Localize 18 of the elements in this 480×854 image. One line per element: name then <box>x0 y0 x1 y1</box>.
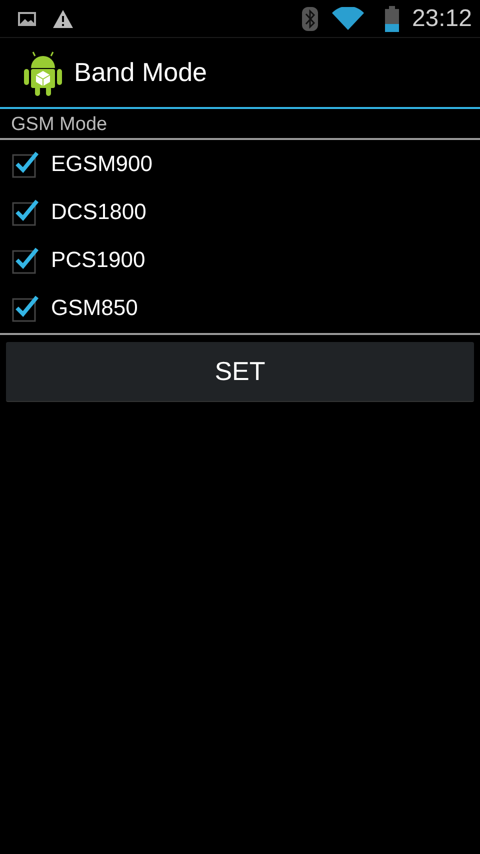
section-header: GSM Mode <box>0 112 480 140</box>
image-icon <box>18 10 36 26</box>
checkbox[interactable] <box>12 198 40 226</box>
checkbox[interactable] <box>12 150 40 178</box>
band-label: GSM850 <box>51 295 138 321</box>
bluetooth-icon <box>302 6 318 30</box>
screen-title: Band Mode <box>74 57 207 88</box>
wifi-icon <box>332 6 364 30</box>
android-robot-icon <box>22 50 64 96</box>
warning-icon <box>52 8 74 28</box>
checkbox[interactable] <box>12 246 40 274</box>
set-button[interactable]: SET <box>6 342 474 402</box>
band-label: PCS1900 <box>51 247 146 273</box>
band-label: EGSM900 <box>51 151 152 177</box>
band-label: DCS1800 <box>51 199 146 225</box>
status-time: 23:12 <box>412 4 472 32</box>
battery-icon <box>384 6 400 32</box>
checkbox[interactable] <box>12 294 40 322</box>
